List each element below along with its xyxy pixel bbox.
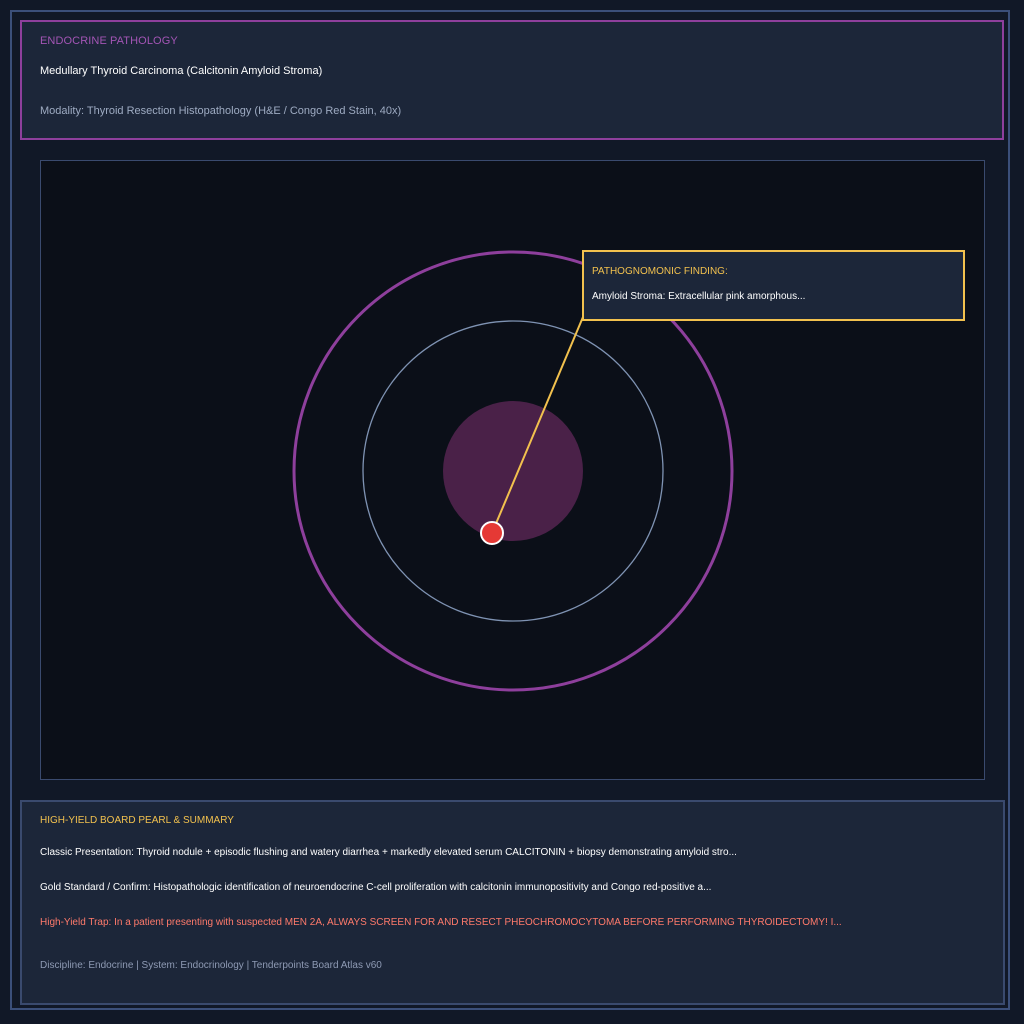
category-label: ENDOCRINE PATHOLOGY — [40, 35, 178, 47]
pathognomonic-callout: PATHOGNOMONIC FINDING: Amyloid Stroma: E… — [582, 250, 965, 321]
summary-footer: Discipline: Endocrine | System: Endocrin… — [40, 960, 382, 971]
classic-presentation: Classic Presentation: Thyroid nodule + e… — [40, 847, 737, 858]
lesion-core — [443, 401, 583, 541]
callout-text: Amyloid Stroma: Extracellular pink amorp… — [592, 291, 806, 302]
gold-standard: Gold Standard / Confirm: Histopathologic… — [40, 882, 712, 893]
modality-label: Modality: Thyroid Resection Histopatholo… — [40, 105, 402, 117]
high-yield-trap: High-Yield Trap: In a patient presenting… — [40, 917, 842, 928]
board-pearl-summary: HIGH-YIELD BOARD PEARL & SUMMARY Classic… — [20, 800, 1005, 1005]
case-title: Medullary Thyroid Carcinoma (Calcitonin … — [40, 65, 323, 77]
finding-marker[interactable] — [480, 521, 504, 545]
summary-heading: HIGH-YIELD BOARD PEARL & SUMMARY — [40, 815, 234, 826]
case-header: ENDOCRINE PATHOLOGY Medullary Thyroid Ca… — [20, 20, 1004, 140]
callout-label: PATHOGNOMONIC FINDING: — [592, 266, 728, 277]
